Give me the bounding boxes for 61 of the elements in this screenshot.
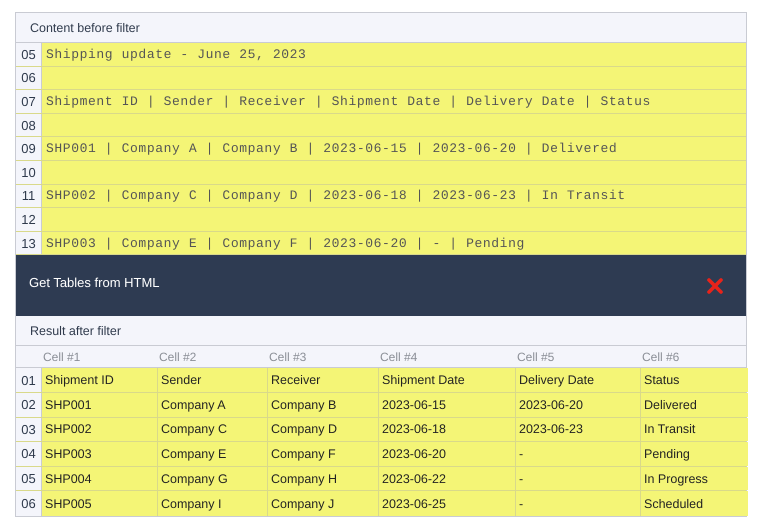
column-header: Cell #3 bbox=[269, 350, 306, 364]
table-cell: 2023-06-20 bbox=[379, 442, 516, 466]
row-number: 01 bbox=[16, 368, 42, 392]
table-cell: Company I bbox=[158, 491, 268, 516]
table-cell: 2023-06-18 bbox=[379, 418, 516, 442]
table-cell: Receiver bbox=[268, 368, 379, 392]
table-cell: Company H bbox=[268, 466, 379, 490]
table-cell: Company F bbox=[268, 442, 379, 466]
table-cell: Company A bbox=[158, 392, 268, 417]
table-cell: 2023-06-25 bbox=[379, 491, 516, 516]
column-header: Cell #2 bbox=[159, 350, 196, 364]
table-cell: In Transit bbox=[641, 418, 748, 442]
table-cell: - bbox=[516, 442, 641, 466]
column-header: Cell #6 bbox=[642, 350, 680, 364]
row-number: 03 bbox=[16, 418, 42, 442]
table-cell: Company B bbox=[268, 392, 379, 417]
table-cell: SHP001 bbox=[42, 392, 158, 417]
table-cell: Company J bbox=[268, 491, 379, 516]
line-number: 11 bbox=[16, 184, 42, 208]
table-cell: In Progress bbox=[641, 466, 748, 490]
table-cell: Shipment ID bbox=[42, 368, 158, 392]
line-number: 07 bbox=[16, 90, 42, 113]
table-cell: SHP003 bbox=[42, 442, 158, 466]
table-cell: Company E bbox=[158, 442, 268, 466]
row-number: 06 bbox=[16, 491, 42, 516]
row-number: 05 bbox=[16, 466, 42, 490]
row-number: 04 bbox=[16, 442, 42, 466]
column-header: Cell #1 bbox=[43, 350, 80, 364]
line-number: 06 bbox=[16, 66, 42, 90]
panel-title: Result after filter bbox=[30, 324, 122, 338]
table-cell: Company D bbox=[268, 418, 379, 442]
table-cell: 2023-06-15 bbox=[379, 392, 516, 417]
table-cell: Delivered bbox=[641, 392, 748, 417]
table-cell: - bbox=[516, 491, 641, 516]
table-cell: Status bbox=[641, 368, 748, 392]
table-cell: SHP002 bbox=[42, 418, 158, 442]
line-number: 09 bbox=[16, 137, 42, 160]
line-number: 05 bbox=[16, 43, 42, 66]
line-number: 13 bbox=[16, 232, 42, 254]
table-cell: 2023-06-20 bbox=[516, 392, 641, 417]
line-number: 12 bbox=[16, 208, 42, 231]
column-header: Cell #5 bbox=[517, 350, 554, 364]
table-cell: Pending bbox=[641, 442, 748, 466]
table-cell: Company C bbox=[158, 418, 268, 442]
table-cell: SHP004 bbox=[42, 466, 158, 490]
table-cell: Company G bbox=[158, 466, 268, 490]
table-cell: 2023-06-22 bbox=[379, 466, 516, 490]
line-number: 10 bbox=[16, 160, 42, 184]
row-number: 02 bbox=[16, 392, 42, 417]
toolbar-title: Get Tables from HTML bbox=[29, 275, 160, 290]
close-icon bbox=[706, 276, 724, 295]
table-cell: Scheduled bbox=[641, 491, 748, 516]
table-cell: Delivery Date bbox=[516, 368, 641, 392]
column-header: Cell #4 bbox=[380, 350, 418, 364]
table-cell: Shipment Date bbox=[379, 368, 516, 392]
panel-title: Content before filter bbox=[30, 20, 140, 34]
table-cell: 2023-06-23 bbox=[516, 418, 641, 442]
table-cell: - bbox=[516, 466, 641, 490]
line-number: 08 bbox=[16, 114, 42, 136]
table-cell: Sender bbox=[158, 368, 268, 392]
table-cell: SHP005 bbox=[42, 491, 158, 516]
